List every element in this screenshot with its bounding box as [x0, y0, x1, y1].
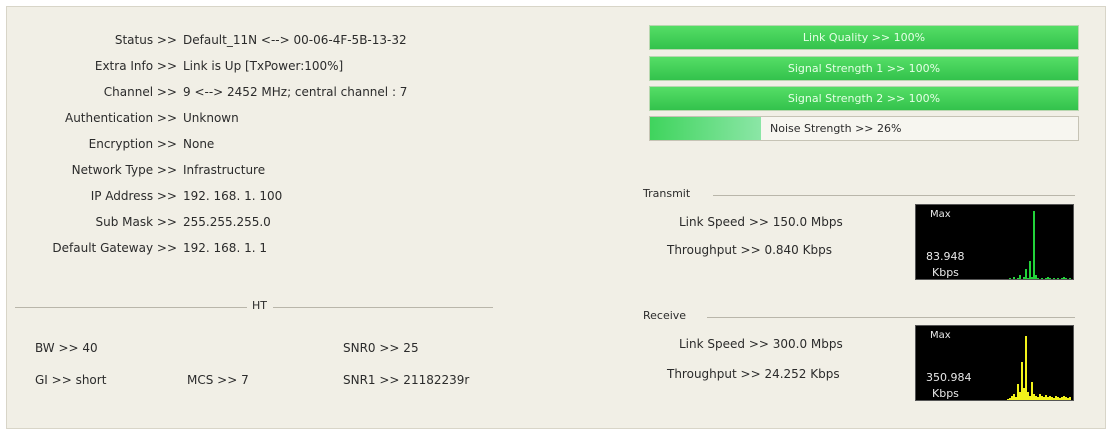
encryption-label: Encryption >>	[88, 137, 177, 151]
bw-value: BW >> 40	[35, 341, 98, 355]
ht-divider-right	[273, 307, 493, 308]
transmit-group-title: Transmit	[643, 187, 691, 200]
authentication-value: Unknown	[183, 111, 239, 125]
default-gateway-value: 192. 168. 1. 1	[183, 241, 267, 255]
receive-graph-max-label: Max	[930, 330, 951, 341]
signal-strength-1-label: Signal Strength 1 >> 100%	[787, 62, 941, 75]
encryption-value: None	[183, 137, 215, 151]
transmit-throughput-graph: Max 83.948 Kbps	[915, 204, 1074, 280]
link-quality-label: Link Quality >> 100%	[802, 31, 926, 44]
signal-strength-2-bar: Signal Strength 2 >> 100%	[649, 86, 1079, 111]
receive-graph-unit: Kbps	[932, 387, 959, 400]
channel-value: 9 <--> 2452 MHz; central channel : 7	[183, 85, 408, 99]
receive-graph-value: 350.984	[926, 371, 972, 384]
receive-divider	[707, 317, 1075, 318]
signal-strength-2-label: Signal Strength 2 >> 100%	[787, 92, 941, 105]
signal-strength-1-bar: Signal Strength 1 >> 100%	[649, 56, 1079, 81]
receive-group-title: Receive	[643, 309, 687, 322]
ht-divider-left	[15, 307, 247, 308]
status-labels: Status >> Extra Info >> Channel >> Authe…	[7, 31, 177, 265]
transmit-divider	[713, 195, 1075, 196]
receive-throughput-graph: Max 350.984 Kbps	[915, 325, 1074, 401]
noise-strength-fill	[650, 117, 762, 140]
transmit-graph-unit: Kbps	[932, 266, 959, 279]
mcs-value: MCS >> 7	[187, 373, 249, 387]
transmit-graph-value: 83.948	[926, 250, 965, 263]
default-gateway-label: Default Gateway >>	[52, 241, 177, 255]
status-label: Status >>	[114, 33, 177, 47]
network-type-label: Network Type >>	[71, 163, 177, 177]
sub-mask-label: Sub Mask >>	[95, 215, 178, 229]
receive-link-speed: Link Speed >> 300.0 Mbps	[679, 337, 843, 351]
sub-mask-value: 255.255.255.0	[183, 215, 271, 229]
snr1-value: SNR1 >> 21182239r	[343, 373, 470, 387]
extra-info-label: Extra Info >>	[94, 59, 177, 73]
noise-strength-label: Noise Strength >> 26%	[770, 122, 902, 135]
authentication-label: Authentication >>	[64, 111, 177, 125]
link-quality-bar: Link Quality >> 100%	[649, 25, 1079, 50]
gi-value: GI >> short	[35, 373, 107, 387]
ht-group-title: HT	[248, 299, 271, 312]
ip-address-label: IP Address >>	[90, 189, 177, 203]
status-value: Default_11N <--> 00-06-4F-5B-13-32	[183, 33, 407, 47]
extra-info-value: Link is Up [TxPower:100%]	[183, 59, 344, 73]
noise-strength-bar: Noise Strength >> 26%	[649, 116, 1079, 141]
ip-address-value: 192. 168. 1. 100	[183, 189, 283, 203]
transmit-graph-max-label: Max	[930, 209, 951, 220]
transmit-link-speed: Link Speed >> 150.0 Mbps	[679, 215, 843, 229]
channel-label: Channel >>	[103, 85, 177, 99]
receive-throughput: Throughput >> 24.252 Kbps	[667, 367, 840, 381]
snr0-value: SNR0 >> 25	[343, 341, 419, 355]
network-type-value: Infrastructure	[183, 163, 266, 177]
transmit-throughput: Throughput >> 0.840 Kbps	[667, 243, 832, 257]
link-status-panel: Status >> Extra Info >> Channel >> Authe…	[6, 6, 1106, 429]
